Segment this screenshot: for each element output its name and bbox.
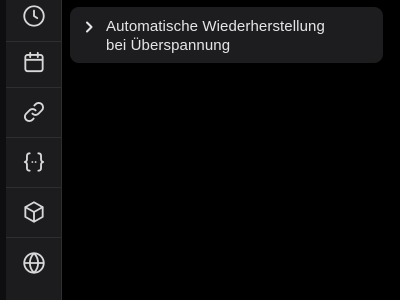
curly-braces-icon	[21, 149, 47, 180]
toolbar-button-link[interactable]	[6, 92, 62, 138]
app-frame: Automatische Wiederherstellung bei Übers…	[0, 0, 400, 300]
accordion-auto-recovery-overvoltage[interactable]: Automatische Wiederherstellung bei Übers…	[70, 7, 383, 63]
accordion-label-line1: Automatische Wiederherstellung	[106, 18, 325, 35]
toolbar-button-globe[interactable]	[6, 242, 62, 288]
link-icon	[21, 99, 47, 130]
toolbar-button-clock[interactable]	[6, 0, 62, 42]
clock-icon	[21, 3, 47, 34]
calendar-icon	[21, 49, 47, 80]
chevron-right-icon	[84, 20, 94, 34]
icon-toolbar	[6, 0, 62, 300]
toolbar-button-code[interactable]	[6, 142, 62, 188]
accordion-label: Automatische Wiederherstellung bei Übers…	[106, 17, 325, 55]
toolbar-button-cube[interactable]	[6, 192, 62, 238]
globe-icon	[21, 250, 47, 281]
accordion-label-line2: bei Überspannung	[106, 37, 231, 54]
toolbar-button-calendar[interactable]	[6, 42, 62, 88]
cube-icon	[21, 199, 47, 230]
